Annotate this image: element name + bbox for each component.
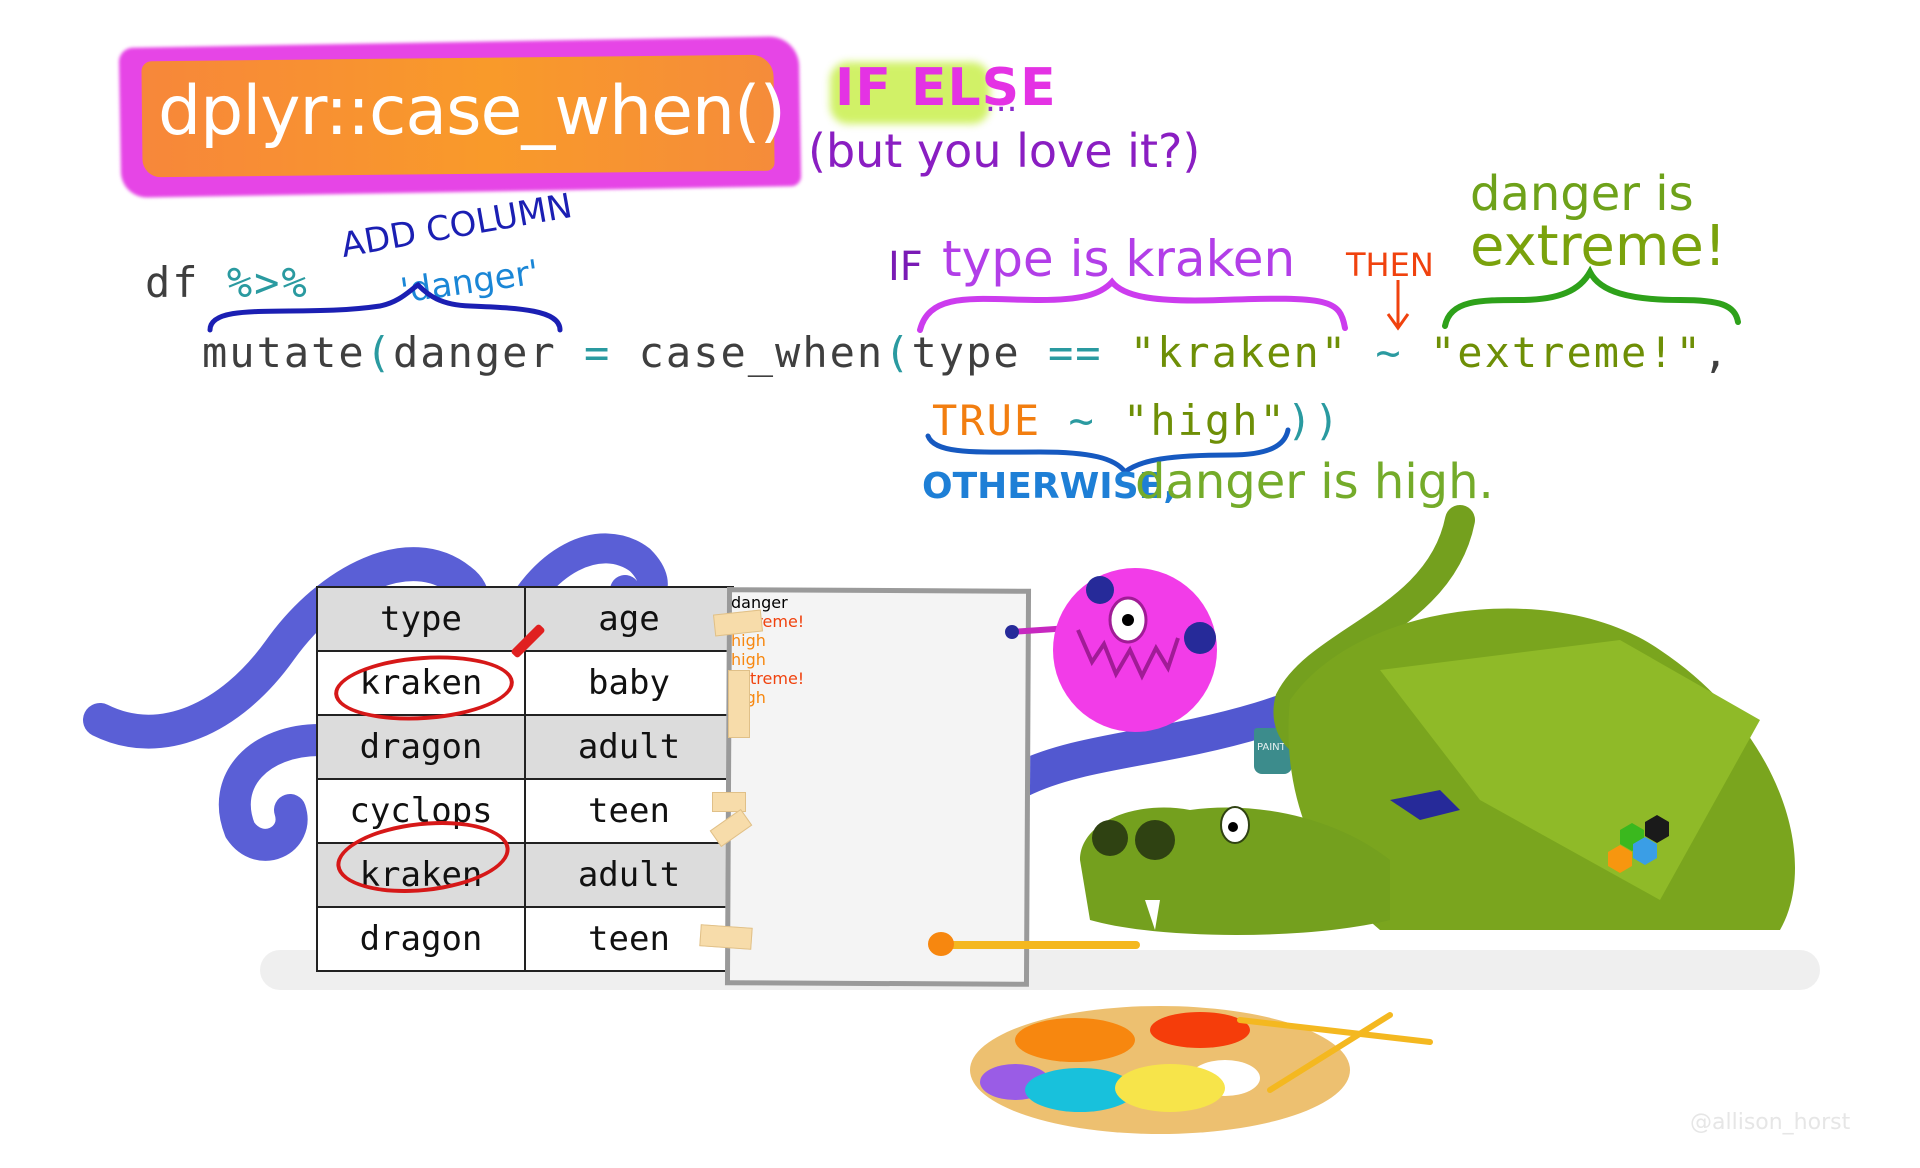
table-cell-age: baby [524, 650, 734, 716]
dragon [1080, 505, 1795, 935]
danger-value: extreme! [731, 669, 805, 688]
danger-header: danger [731, 593, 788, 612]
tentacle-curl [218, 724, 336, 861]
dragon-pupil [1228, 822, 1238, 832]
paint-blob-red [1150, 1012, 1250, 1048]
brace-result [1442, 265, 1741, 329]
table-row: dragon adult [316, 714, 734, 780]
tape-piece [699, 924, 753, 950]
paint-blob-yellow [1115, 1064, 1225, 1112]
tape-piece [728, 670, 750, 738]
danger-column: danger extreme! high high extreme! high [731, 593, 1025, 981]
danger-value: extreme! [731, 612, 805, 631]
danger-value: high [731, 650, 766, 669]
paint-blob-orange [1015, 1018, 1135, 1062]
artist-credit: @allison_horst [1690, 1110, 1851, 1135]
then-arrow-icon [1386, 280, 1410, 331]
annotation-then: THEN [1346, 246, 1434, 284]
dragon-nostril [1135, 820, 1175, 860]
table-cell-age: adult [524, 842, 734, 908]
annotation-type-is-kraken: type is kraken [942, 230, 1296, 288]
annotation-if: IF [888, 244, 923, 290]
annotation-extreme: extreme! [1470, 214, 1727, 279]
table-cell-type: dragon [316, 906, 526, 972]
brace-condition [917, 277, 1348, 333]
table-cell-age: teen [524, 778, 734, 844]
dragon-nostril [1092, 820, 1128, 856]
table-row: dragon teen [316, 906, 734, 972]
table-cell-age: adult [524, 714, 734, 780]
table-cell-type: dragon [316, 714, 526, 780]
paint-palette [970, 1006, 1433, 1134]
table-header-age: age [524, 586, 734, 652]
danger-value: high [731, 688, 1025, 707]
paintbrush-tip [928, 932, 954, 956]
table-header-type: type [316, 586, 526, 652]
brace-add-column [207, 281, 563, 333]
danger-value: high [731, 631, 766, 650]
cyclops-brush-tip [1005, 625, 1019, 639]
